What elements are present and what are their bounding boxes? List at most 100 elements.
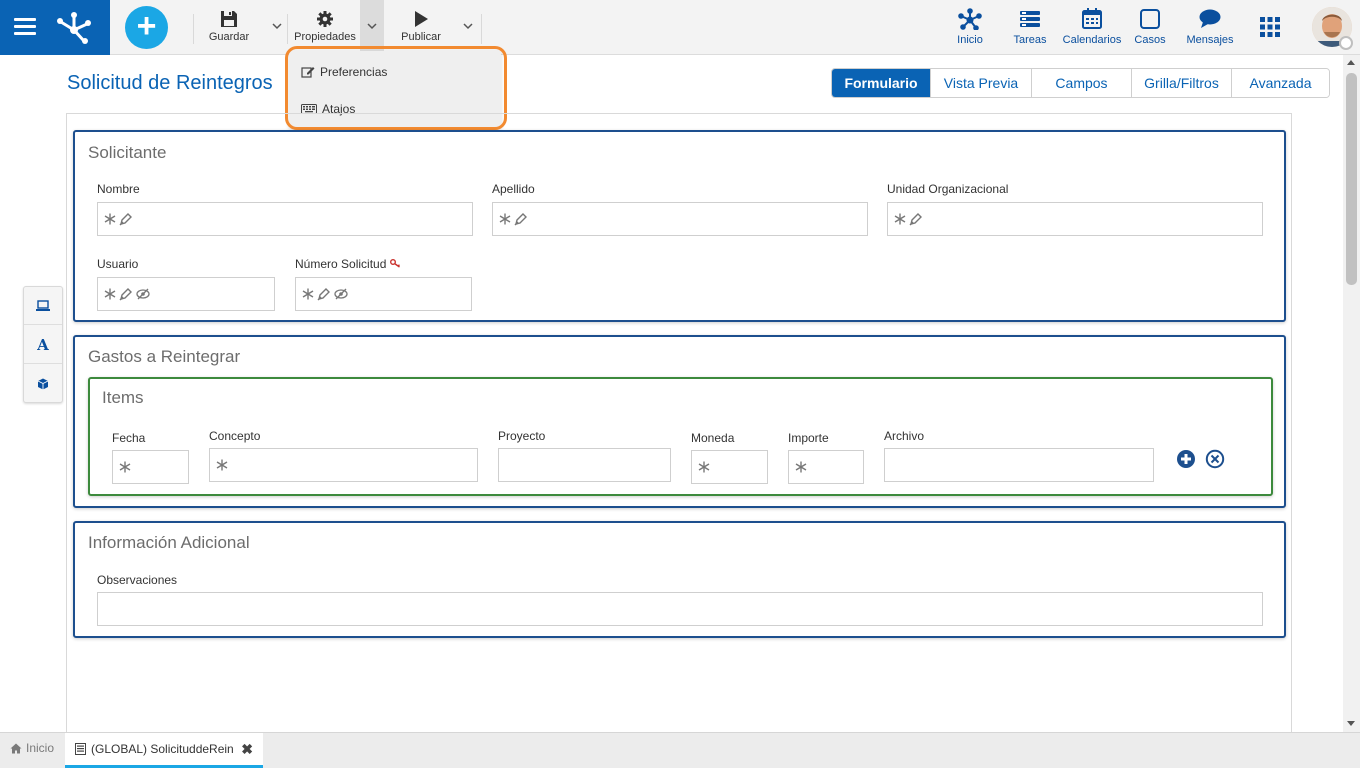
page-title: Solicitud de Reintegros	[67, 72, 273, 94]
form-canvas: Solicitante Nombre Apellido Unidad Organ…	[66, 113, 1292, 738]
tasks-icon	[1020, 11, 1040, 27]
panel-title: Gastos a Reintegrar	[88, 347, 241, 366]
required-asterisk-icon	[698, 461, 710, 473]
column-label-proyecto: Proyecto	[498, 429, 546, 443]
toolbar-divider	[287, 14, 288, 44]
required-asterisk-icon	[894, 213, 906, 225]
field-label-observaciones: Observaciones	[97, 573, 178, 587]
nombre-input[interactable]	[97, 202, 473, 236]
bottom-tab-inicio[interactable]: Inicio	[10, 741, 54, 755]
fecha-input[interactable]	[112, 450, 189, 484]
logo-icon[interactable]	[56, 10, 92, 44]
required-asterisk-icon	[119, 461, 131, 473]
scroll-down-icon[interactable]	[1347, 721, 1355, 726]
concepto-input[interactable]	[209, 448, 478, 482]
observaciones-input[interactable]	[97, 592, 1263, 626]
numero-solicitud-input[interactable]	[295, 277, 472, 311]
tab-vista-previa[interactable]: Vista Previa	[930, 69, 1031, 97]
laptop-icon	[36, 299, 50, 311]
nav-item-mensajes[interactable]: Mensajes	[1186, 8, 1234, 46]
toolbar-divider	[193, 14, 194, 44]
proyecto-input[interactable]	[498, 448, 671, 482]
panel-title: Solicitante	[88, 143, 167, 162]
required-asterisk-icon	[302, 288, 314, 300]
tab-grilla-filtros[interactable]: Grilla/Filtros	[1131, 69, 1231, 97]
nav-item-tareas[interactable]: Tareas	[1011, 8, 1049, 46]
add-row-icon[interactable]	[1176, 449, 1196, 469]
field-label-numero-solicitud: Número Solicitud	[295, 257, 401, 271]
field-label-unidad: Unidad Organizacional	[887, 182, 1009, 196]
edit-pencil-icon	[909, 213, 922, 226]
form-document-icon	[75, 743, 86, 755]
device-view-button[interactable]	[24, 287, 62, 325]
column-label-archivo: Archivo	[884, 429, 925, 443]
brand-area	[0, 0, 110, 55]
moneda-input[interactable]	[691, 450, 768, 484]
network-icon	[958, 8, 982, 30]
menu-item-label: Preferencias	[320, 65, 388, 79]
field-label-nombre: Nombre	[97, 182, 140, 196]
edit-pencil-icon	[119, 213, 132, 226]
publish-label: Publicar	[401, 31, 441, 43]
archivo-input[interactable]	[884, 448, 1154, 482]
importe-input[interactable]	[788, 450, 864, 484]
gear-icon	[317, 11, 333, 27]
nav-label: Casos	[1134, 34, 1166, 46]
tab-campos[interactable]: Campos	[1031, 69, 1131, 97]
menu-item-preferencias[interactable]: Preferencias	[301, 65, 387, 79]
edit-pencil-icon	[317, 288, 330, 301]
component-button[interactable]	[24, 365, 62, 403]
apellido-input[interactable]	[492, 202, 868, 236]
panel-solicitante[interactable]: Solicitante Nombre Apellido Unidad Organ…	[73, 130, 1286, 322]
chat-icon	[1199, 9, 1221, 28]
bottom-tab-document[interactable]: (GLOBAL) SolicituddeRein ✖	[65, 733, 263, 768]
toolbar-divider	[481, 14, 482, 44]
nav-label: Inicio	[957, 34, 983, 46]
view-tabs: Formulario Vista Previa Campos Grilla/Fi…	[831, 68, 1330, 98]
nav-item-casos[interactable]: Casos	[1133, 8, 1167, 46]
apps-grid-icon[interactable]	[1260, 17, 1280, 37]
top-toolbar: + Guardar Propiedades Publicar Inicio Ta…	[0, 0, 1360, 55]
key-icon	[389, 259, 400, 268]
panel-gastos[interactable]: Gastos a Reintegrar Items Fecha Concepto…	[73, 335, 1286, 508]
bottom-tab-bar: Inicio (GLOBAL) SolicituddeRein ✖	[0, 732, 1360, 768]
panel-title: Información Adicional	[88, 533, 250, 552]
delete-row-icon[interactable]	[1205, 449, 1225, 469]
save-chevron-down-icon[interactable]	[271, 20, 283, 32]
required-asterisk-icon	[104, 213, 116, 225]
nav-item-inicio[interactable]: Inicio	[952, 8, 988, 46]
hidden-eye-icon	[136, 288, 150, 300]
column-label-moneda: Moneda	[691, 431, 735, 445]
edit-pencil-icon	[514, 213, 527, 226]
design-toolbox: A	[23, 286, 63, 403]
text-style-button[interactable]: A	[24, 326, 62, 364]
required-asterisk-icon	[499, 213, 511, 225]
add-button[interactable]: +	[125, 6, 168, 49]
cases-icon	[1140, 9, 1160, 29]
publish-button[interactable]: Publicar	[398, 10, 444, 43]
chevron-down-icon	[367, 23, 377, 30]
panel-informacion-adicional[interactable]: Información Adicional Observaciones	[73, 521, 1286, 638]
properties-label: Propiedades	[294, 31, 356, 43]
nav-label: Calendarios	[1062, 34, 1122, 46]
required-asterisk-icon	[104, 288, 116, 300]
edit-icon	[301, 67, 315, 78]
save-button[interactable]: Guardar	[208, 10, 250, 43]
properties-dropdown-toggle[interactable]	[360, 0, 384, 55]
column-label-concepto: Concepto	[209, 429, 261, 443]
field-label-text: Número Solicitud	[295, 257, 387, 271]
usuario-input[interactable]	[97, 277, 275, 311]
scrollbar-thumb[interactable]	[1346, 73, 1357, 285]
nav-label: Tareas	[1013, 34, 1047, 46]
nav-item-calendarios[interactable]: Calendarios	[1061, 8, 1123, 46]
tab-avanzada[interactable]: Avanzada	[1231, 69, 1329, 97]
home-icon	[10, 743, 22, 753]
publish-chevron-down-icon[interactable]	[462, 20, 474, 32]
scroll-up-icon[interactable]	[1347, 60, 1355, 65]
properties-button[interactable]: Propiedades	[293, 10, 357, 43]
grid-items[interactable]: Items Fecha Concepto Proyecto Moneda Imp…	[88, 377, 1273, 496]
close-tab-icon[interactable]: ✖	[241, 741, 253, 758]
menu-icon[interactable]	[14, 18, 36, 36]
unidad-organizacional-input[interactable]	[887, 202, 1263, 236]
tab-formulario[interactable]: Formulario	[832, 69, 930, 97]
